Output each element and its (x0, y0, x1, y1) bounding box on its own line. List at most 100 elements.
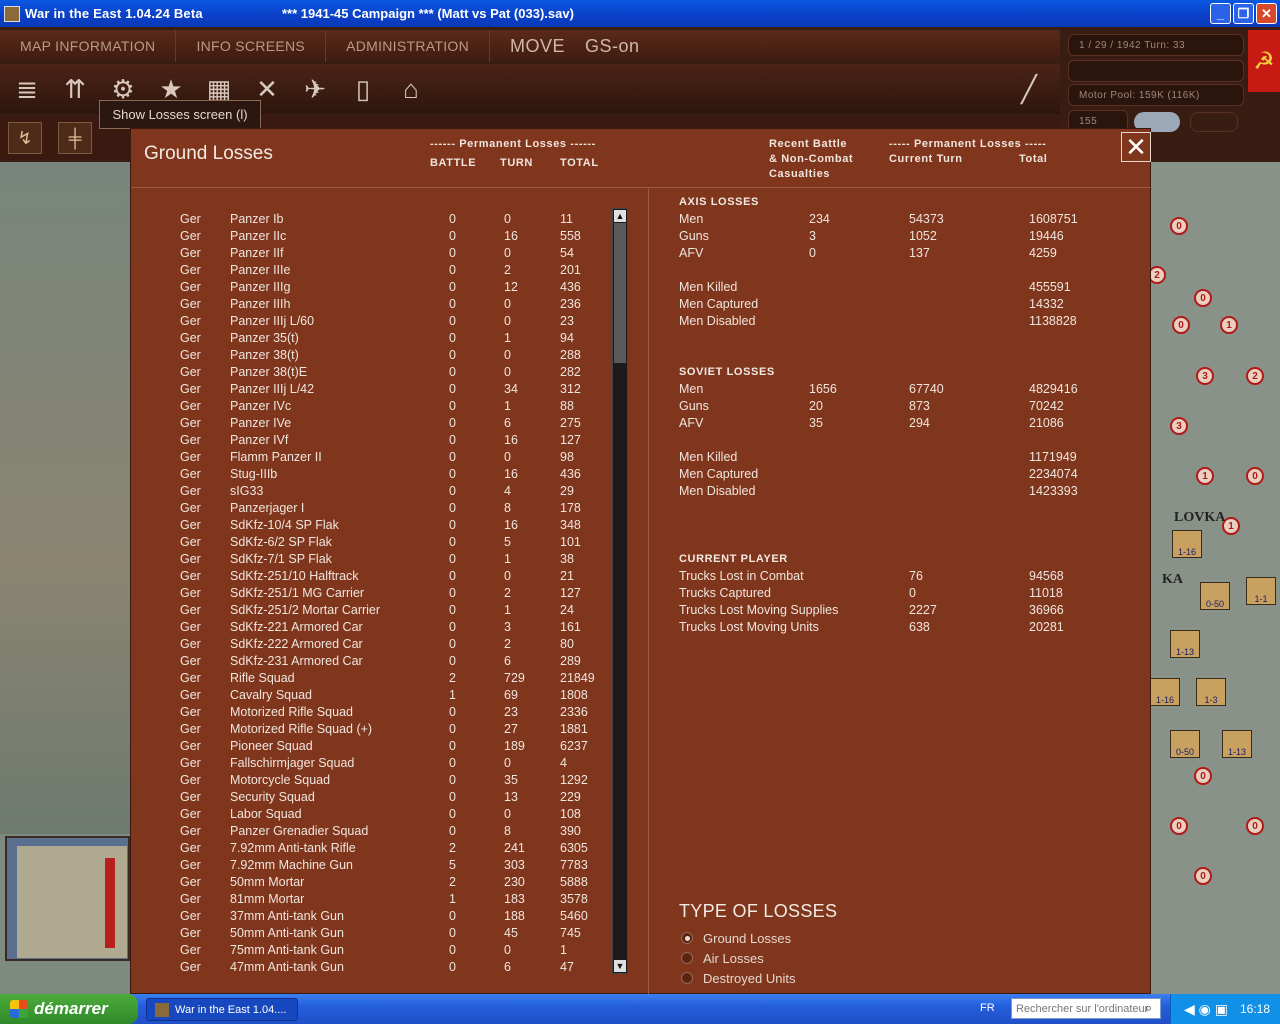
table-row[interactable]: Ger Pioneer Squad 0 189 6237 (131, 738, 611, 755)
close-panel-icon[interactable]: ✕ (1121, 132, 1151, 162)
soviet-counter[interactable]: 3 (1170, 417, 1188, 435)
menu-info-screens[interactable]: INFO SCREENS (176, 30, 327, 62)
unit-counter[interactable]: 1-1 (1246, 577, 1276, 605)
rail-mode-icon[interactable]: ╪ (58, 122, 92, 154)
table-row[interactable]: Ger sIG33 0 4 29 (131, 483, 611, 500)
table-row[interactable]: Ger Panzer 38(t) 0 0 288 (131, 347, 611, 364)
hq-counter[interactable]: 0-50 (1170, 730, 1200, 758)
soviet-counter[interactable]: 0 (1170, 217, 1188, 235)
table-row[interactable]: Ger Panzer IIIh 0 0 236 (131, 296, 611, 313)
unit-counter[interactable]: 1-3 (1196, 678, 1226, 706)
loss-type-radio[interactable]: Destroyed Units (681, 969, 795, 987)
soviet-counter[interactable]: 0 (1246, 817, 1264, 835)
unit-counter[interactable]: 1-13 (1222, 730, 1252, 758)
move-mode-icon[interactable]: ↯ (8, 122, 42, 154)
close-window-icon[interactable]: ✕ (1256, 3, 1277, 24)
table-row[interactable]: Ger SdKfz-251/2 Mortar Carrier 0 1 24 (131, 602, 611, 619)
loss-type-radio[interactable]: Ground Losses (681, 929, 791, 947)
minimap[interactable] (5, 836, 130, 961)
table-row[interactable]: Ger SdKfz-222 Armored Car 0 2 80 (131, 636, 611, 653)
table-row[interactable]: Ger Panzer IVf 0 16 127 (131, 432, 611, 449)
col-battle-header[interactable]: BATTLE (430, 156, 476, 171)
stack-icon[interactable]: ≣ (8, 70, 46, 108)
map-right-strip[interactable]: 0 2 0 0 1 2 3 3 1 0 1 1-16 0-50 1-1 1-13… (1148, 162, 1280, 994)
table-row[interactable]: Ger Panzer 38(t)E 0 0 282 (131, 364, 611, 381)
table-row[interactable]: Ger SdKfz-7/1 SP Flak 0 1 38 (131, 551, 611, 568)
restore-icon[interactable]: ❐ (1233, 3, 1254, 24)
menu-map-information[interactable]: MAP INFORMATION (0, 30, 177, 62)
table-row[interactable]: Ger Fallschirmjager Squad 0 0 4 (131, 755, 611, 772)
units-icon[interactable]: ⇈ (56, 70, 94, 108)
table-row[interactable]: Ger Panzer IIIj L/42 0 34 312 (131, 381, 611, 398)
soviet-counter[interactable]: 0 (1194, 289, 1212, 307)
soviet-counter[interactable]: 1 (1220, 316, 1238, 334)
tray-icons[interactable]: ◀ ◉ ▣ (1184, 1001, 1228, 1018)
search-icon[interactable]: ⌕ (1145, 1000, 1152, 1016)
table-row[interactable]: Ger 7.92mm Anti-tank Rifle 2 241 6305 (131, 840, 611, 857)
taskbar-item-game[interactable]: War in the East 1.04.... (146, 998, 298, 1021)
soviet-counter[interactable]: 0 (1194, 867, 1212, 885)
table-row[interactable]: Ger SdKfz-6/2 SP Flak 0 5 101 (131, 534, 611, 551)
table-row[interactable]: Ger Panzer Grenadier Squad 0 8 390 (131, 823, 611, 840)
table-row[interactable]: Ger Motorized Rifle Squad (+) 0 27 1881 (131, 721, 611, 738)
blank-toggle[interactable] (1190, 112, 1238, 132)
table-row[interactable]: Ger Labor Squad 0 0 108 (131, 806, 611, 823)
start-button[interactable]: démarrer (0, 994, 138, 1024)
search-input[interactable]: Rechercher sur l'ordinateur (1011, 998, 1161, 1019)
unit-counter[interactable]: 1-16 (1150, 678, 1180, 706)
gs-label[interactable]: GS-on (585, 36, 640, 57)
air-icon[interactable]: ✈ (296, 70, 334, 108)
col-total-header[interactable]: TOTAL (560, 156, 599, 171)
table-row[interactable]: Ger SdKfz-251/1 MG Carrier 0 2 127 (131, 585, 611, 602)
language-indicator[interactable]: FR (980, 1002, 995, 1014)
table-row[interactable]: Ger SdKfz-221 Armored Car 0 3 161 (131, 619, 611, 636)
table-row[interactable]: Ger Panzer IIIe 0 2 201 (131, 262, 611, 279)
table-row[interactable]: Ger Cavalry Squad 1 69 1808 (131, 687, 611, 704)
table-row[interactable]: Ger Panzer 35(t) 0 1 94 (131, 330, 611, 347)
table-row[interactable]: Ger Panzer IIf 0 0 54 (131, 245, 611, 262)
table-row[interactable]: Ger 37mm Anti-tank Gun 0 188 5460 (131, 908, 611, 925)
loss-type-radio[interactable]: Air Losses (681, 949, 764, 967)
hq-counter[interactable]: 0-50 (1200, 582, 1230, 610)
pencil-icon[interactable]: ╱ (1010, 70, 1048, 108)
table-row[interactable]: Ger Motorcycle Squad 0 35 1292 (131, 772, 611, 789)
table-row[interactable]: Ger Rifle Squad 2 729 21849 (131, 670, 611, 687)
losses-scrollbar[interactable]: ▲ ▼ (612, 208, 628, 974)
table-row[interactable]: Ger Panzerjager I 0 8 178 (131, 500, 611, 517)
table-row[interactable]: Ger SdKfz-251/10 Halftrack 0 0 21 (131, 568, 611, 585)
table-row[interactable]: Ger Motorized Rifle Squad 0 23 2336 (131, 704, 611, 721)
table-row[interactable]: Ger 50mm Mortar 2 230 5888 (131, 874, 611, 891)
unit-counter[interactable]: 1-13 (1170, 630, 1200, 658)
table-row[interactable]: Ger Panzer IIIj L/60 0 0 23 (131, 313, 611, 330)
soviet-counter[interactable]: 0 (1194, 767, 1212, 785)
table-row[interactable]: Ger Panzer IVe 0 6 275 (131, 415, 611, 432)
fuel-icon[interactable]: ▯ (344, 70, 382, 108)
menu-administration[interactable]: ADMINISTRATION (326, 30, 491, 62)
scroll-thumb[interactable] (614, 223, 626, 363)
minimize-icon[interactable]: _ (1210, 3, 1231, 24)
table-row[interactable]: Ger SdKfz-231 Armored Car 0 6 289 (131, 653, 611, 670)
table-row[interactable]: Ger 47mm Anti-tank Gun 0 6 47 (131, 959, 611, 976)
scroll-down-icon[interactable]: ▼ (614, 960, 626, 972)
table-row[interactable]: Ger 81mm Mortar 1 183 3578 (131, 891, 611, 908)
soviet-counter[interactable]: 2 (1246, 367, 1264, 385)
table-row[interactable]: Ger SdKfz-10/4 SP Flak 0 16 348 (131, 517, 611, 534)
table-row[interactable]: Ger 7.92mm Machine Gun 5 303 7783 (131, 857, 611, 874)
map-left-strip[interactable] (0, 162, 130, 834)
table-row[interactable]: Ger Panzer IVc 0 1 88 (131, 398, 611, 415)
table-row[interactable]: Ger Security Squad 0 13 229 (131, 789, 611, 806)
soviet-counter[interactable]: 1 (1196, 467, 1214, 485)
scroll-up-icon[interactable]: ▲ (614, 210, 626, 222)
table-row[interactable]: Ger Panzer IIc 0 16 558 (131, 228, 611, 245)
soviet-counter[interactable]: 0 (1246, 467, 1264, 485)
soviet-counter[interactable]: 0 (1172, 316, 1190, 334)
rail-icon[interactable]: ⌂ (392, 70, 430, 108)
table-row[interactable]: Ger Stug-IIIb 0 16 436 (131, 466, 611, 483)
soviet-counter[interactable]: 0 (1170, 817, 1188, 835)
col-turn-header[interactable]: TURN (500, 156, 533, 171)
soviet-counter[interactable]: 3 (1196, 367, 1214, 385)
table-row[interactable]: Ger Flamm Panzer II 0 0 98 (131, 449, 611, 466)
table-row[interactable]: Ger 50mm Anti-tank Gun 0 45 745 (131, 925, 611, 942)
table-row[interactable]: Ger Panzer IIIg 0 12 436 (131, 279, 611, 296)
table-row[interactable]: Ger Panzer Ib 0 0 11 (131, 211, 611, 228)
